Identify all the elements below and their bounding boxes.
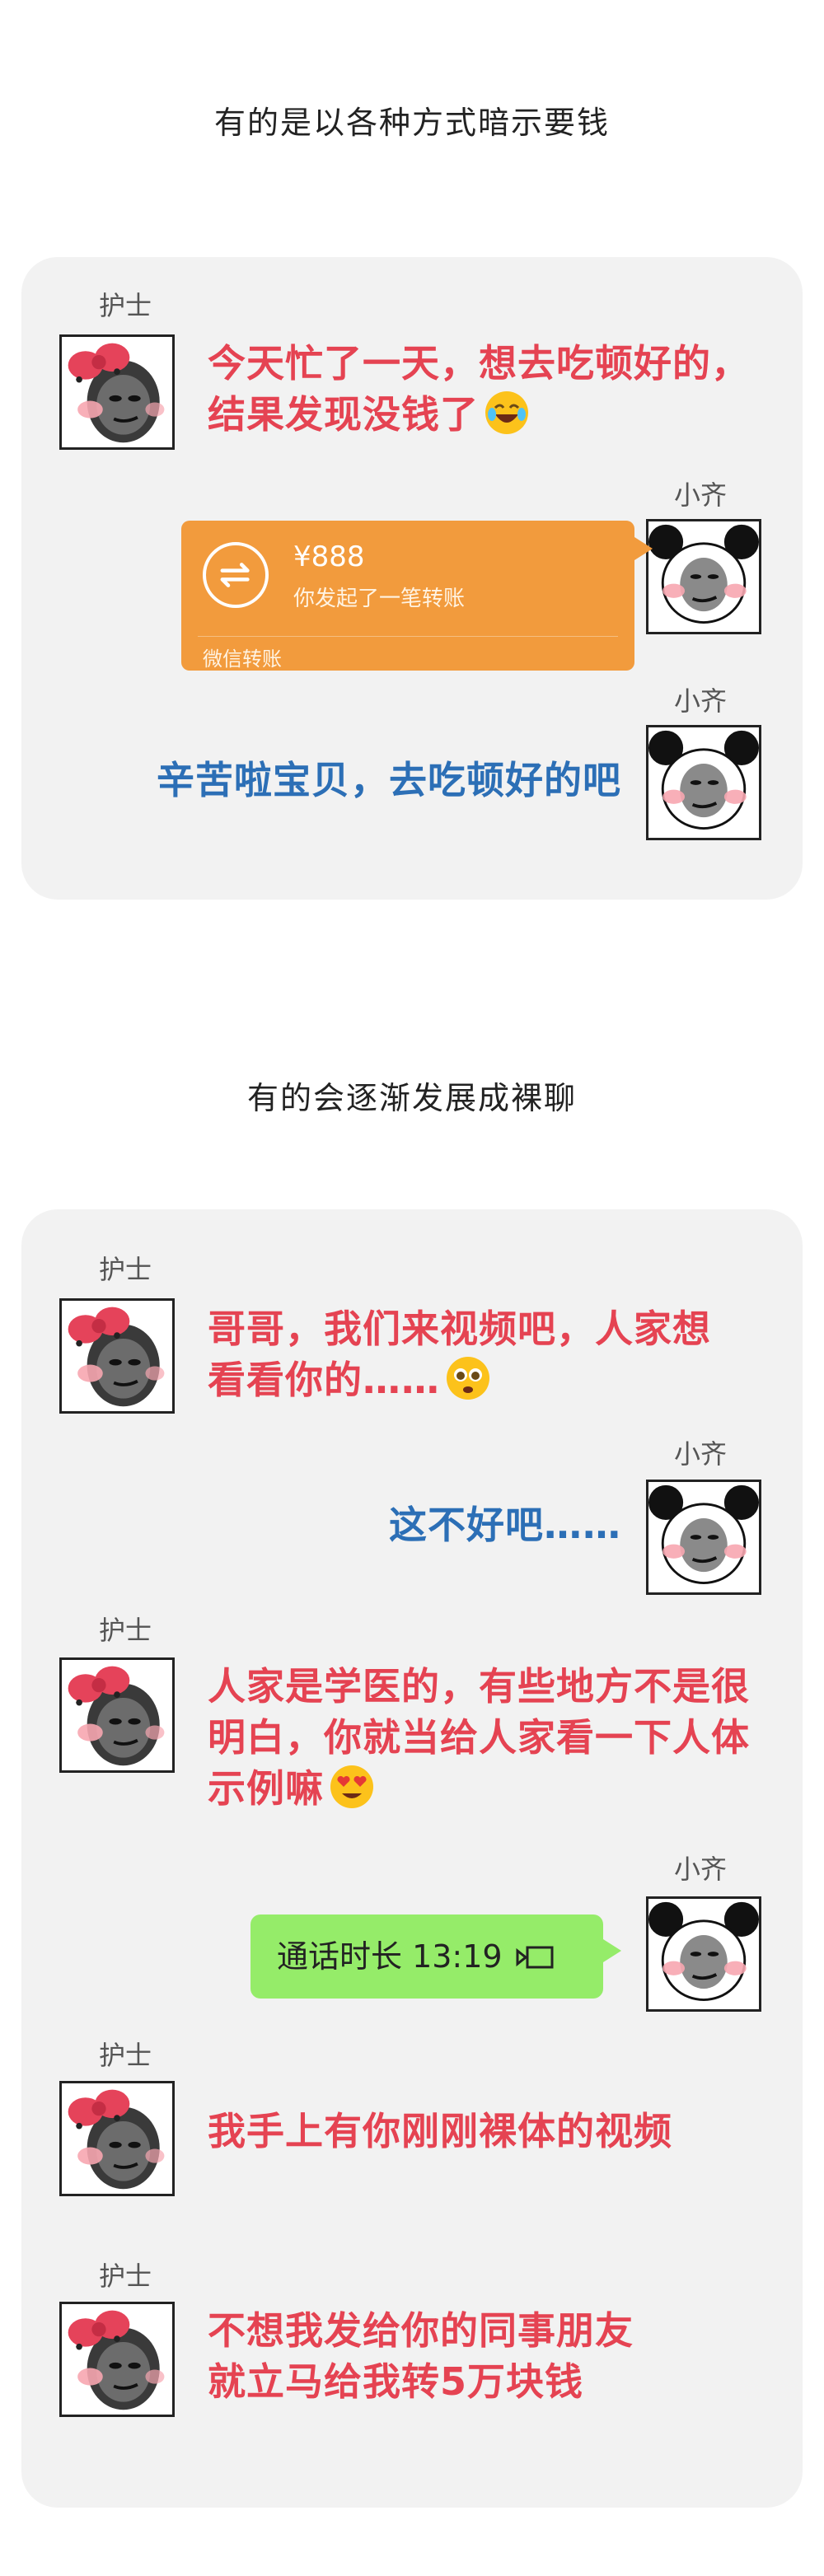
- video-camera-icon: [516, 1946, 554, 1969]
- nurse-message-line-2: 看看你的……: [208, 1358, 440, 1402]
- panda-avatar-icon[interactable]: [646, 1896, 761, 2012]
- nurse-message-line-2: 明白，你就当给人家看一下人体: [208, 1715, 750, 1760]
- nurse-message: 今天忙了一天，想去吃顿好的， 结果发现没钱了: [208, 338, 750, 440]
- xiaoqi-name-label: 小齐: [674, 1854, 728, 1885]
- nurse-message: 哥哥，我们来视频吧，人家想 看看你的……: [208, 1303, 711, 1405]
- heart-eyes-emoji-icon: [330, 1765, 373, 1808]
- nurse-avatar-icon[interactable]: [59, 2081, 175, 2196]
- nurse-avatar-icon[interactable]: [59, 334, 175, 450]
- transfer-icon: [203, 542, 269, 608]
- nurse-name-label: 护士: [99, 2040, 152, 2071]
- chat-panel-2: 护士 哥哥，我们来视频吧，人家想 看看你的…… 小齐 这不好吧…… 护士 人家是…: [21, 1209, 803, 2508]
- nurse-message-line-2: 就立马给我转5万块钱: [208, 2359, 584, 2404]
- nurse-message-line-1: 哥哥，我们来视频吧，人家想: [208, 1307, 711, 1351]
- chat-panel-1: 护士 今天忙了一天，想去吃顿好的， 结果发现没钱了 小齐 ¥888 你发起了一笔…: [21, 257, 803, 900]
- xiaoqi-message: 辛苦啦宝贝，去吃顿好的吧: [157, 758, 621, 802]
- nurse-name-label: 护士: [99, 1254, 152, 1285]
- nurse-message-line-3: 示例嘛: [208, 1766, 324, 1811]
- nurse-avatar-icon[interactable]: [59, 1657, 175, 1773]
- nurse-message-line-2: 结果发现没钱了: [208, 392, 479, 437]
- pleading-emoji-icon: [447, 1357, 489, 1400]
- transfer-card[interactable]: ¥888 你发起了一笔转账 微信转账: [181, 521, 653, 671]
- nurse-avatar-icon[interactable]: [59, 2302, 175, 2417]
- nurse-message-line-1: 今天忙了一天，想去吃顿好的，: [208, 341, 750, 386]
- video-call-bubble[interactable]: 通话时长 13:19: [250, 1914, 621, 1999]
- xiaoqi-name-label: 小齐: [674, 1438, 728, 1470]
- section-title-nude-chat: 有的会逐渐发展成裸聊: [246, 1080, 577, 1116]
- panda-avatar-icon[interactable]: [646, 519, 761, 634]
- nurse-message: 我手上有你刚刚裸体的视频: [208, 2109, 672, 2153]
- transfer-description: 你发起了一笔转账: [293, 587, 466, 611]
- transfer-amount: ¥888: [293, 540, 365, 573]
- section-title-hint-money: 有的是以各种方式暗示要钱: [213, 105, 610, 141]
- transfer-divider: [198, 636, 618, 637]
- nurse-name-label: 护士: [99, 1615, 152, 1646]
- nurse-avatar-icon[interactable]: [59, 1298, 175, 1414]
- panda-avatar-icon[interactable]: [646, 725, 761, 840]
- nurse-message: 人家是学医的，有些地方不是很 明白，你就当给人家看一下人体 示例嘛: [208, 1661, 750, 1814]
- nurse-name-label: 护士: [99, 2260, 152, 2292]
- panda-avatar-icon[interactable]: [646, 1480, 761, 1595]
- nurse-message-line-1: 不想我发给你的同事朋友: [208, 2308, 634, 2353]
- laughing-emoji-icon: [485, 391, 528, 434]
- nurse-name-label: 护士: [99, 290, 152, 321]
- call-duration-text: 通话时长 13:19: [277, 1938, 503, 1975]
- xiaoqi-message: 这不好吧……: [389, 1503, 621, 1547]
- transfer-footer: 微信转账: [203, 648, 282, 671]
- nurse-message-line-1: 人家是学医的，有些地方不是很: [208, 1664, 750, 1709]
- xiaoqi-name-label: 小齐: [674, 479, 728, 511]
- nurse-message: 不想我发给你的同事朋友 就立马给我转5万块钱: [208, 2305, 634, 2407]
- xiaoqi-name-label: 小齐: [674, 685, 728, 717]
